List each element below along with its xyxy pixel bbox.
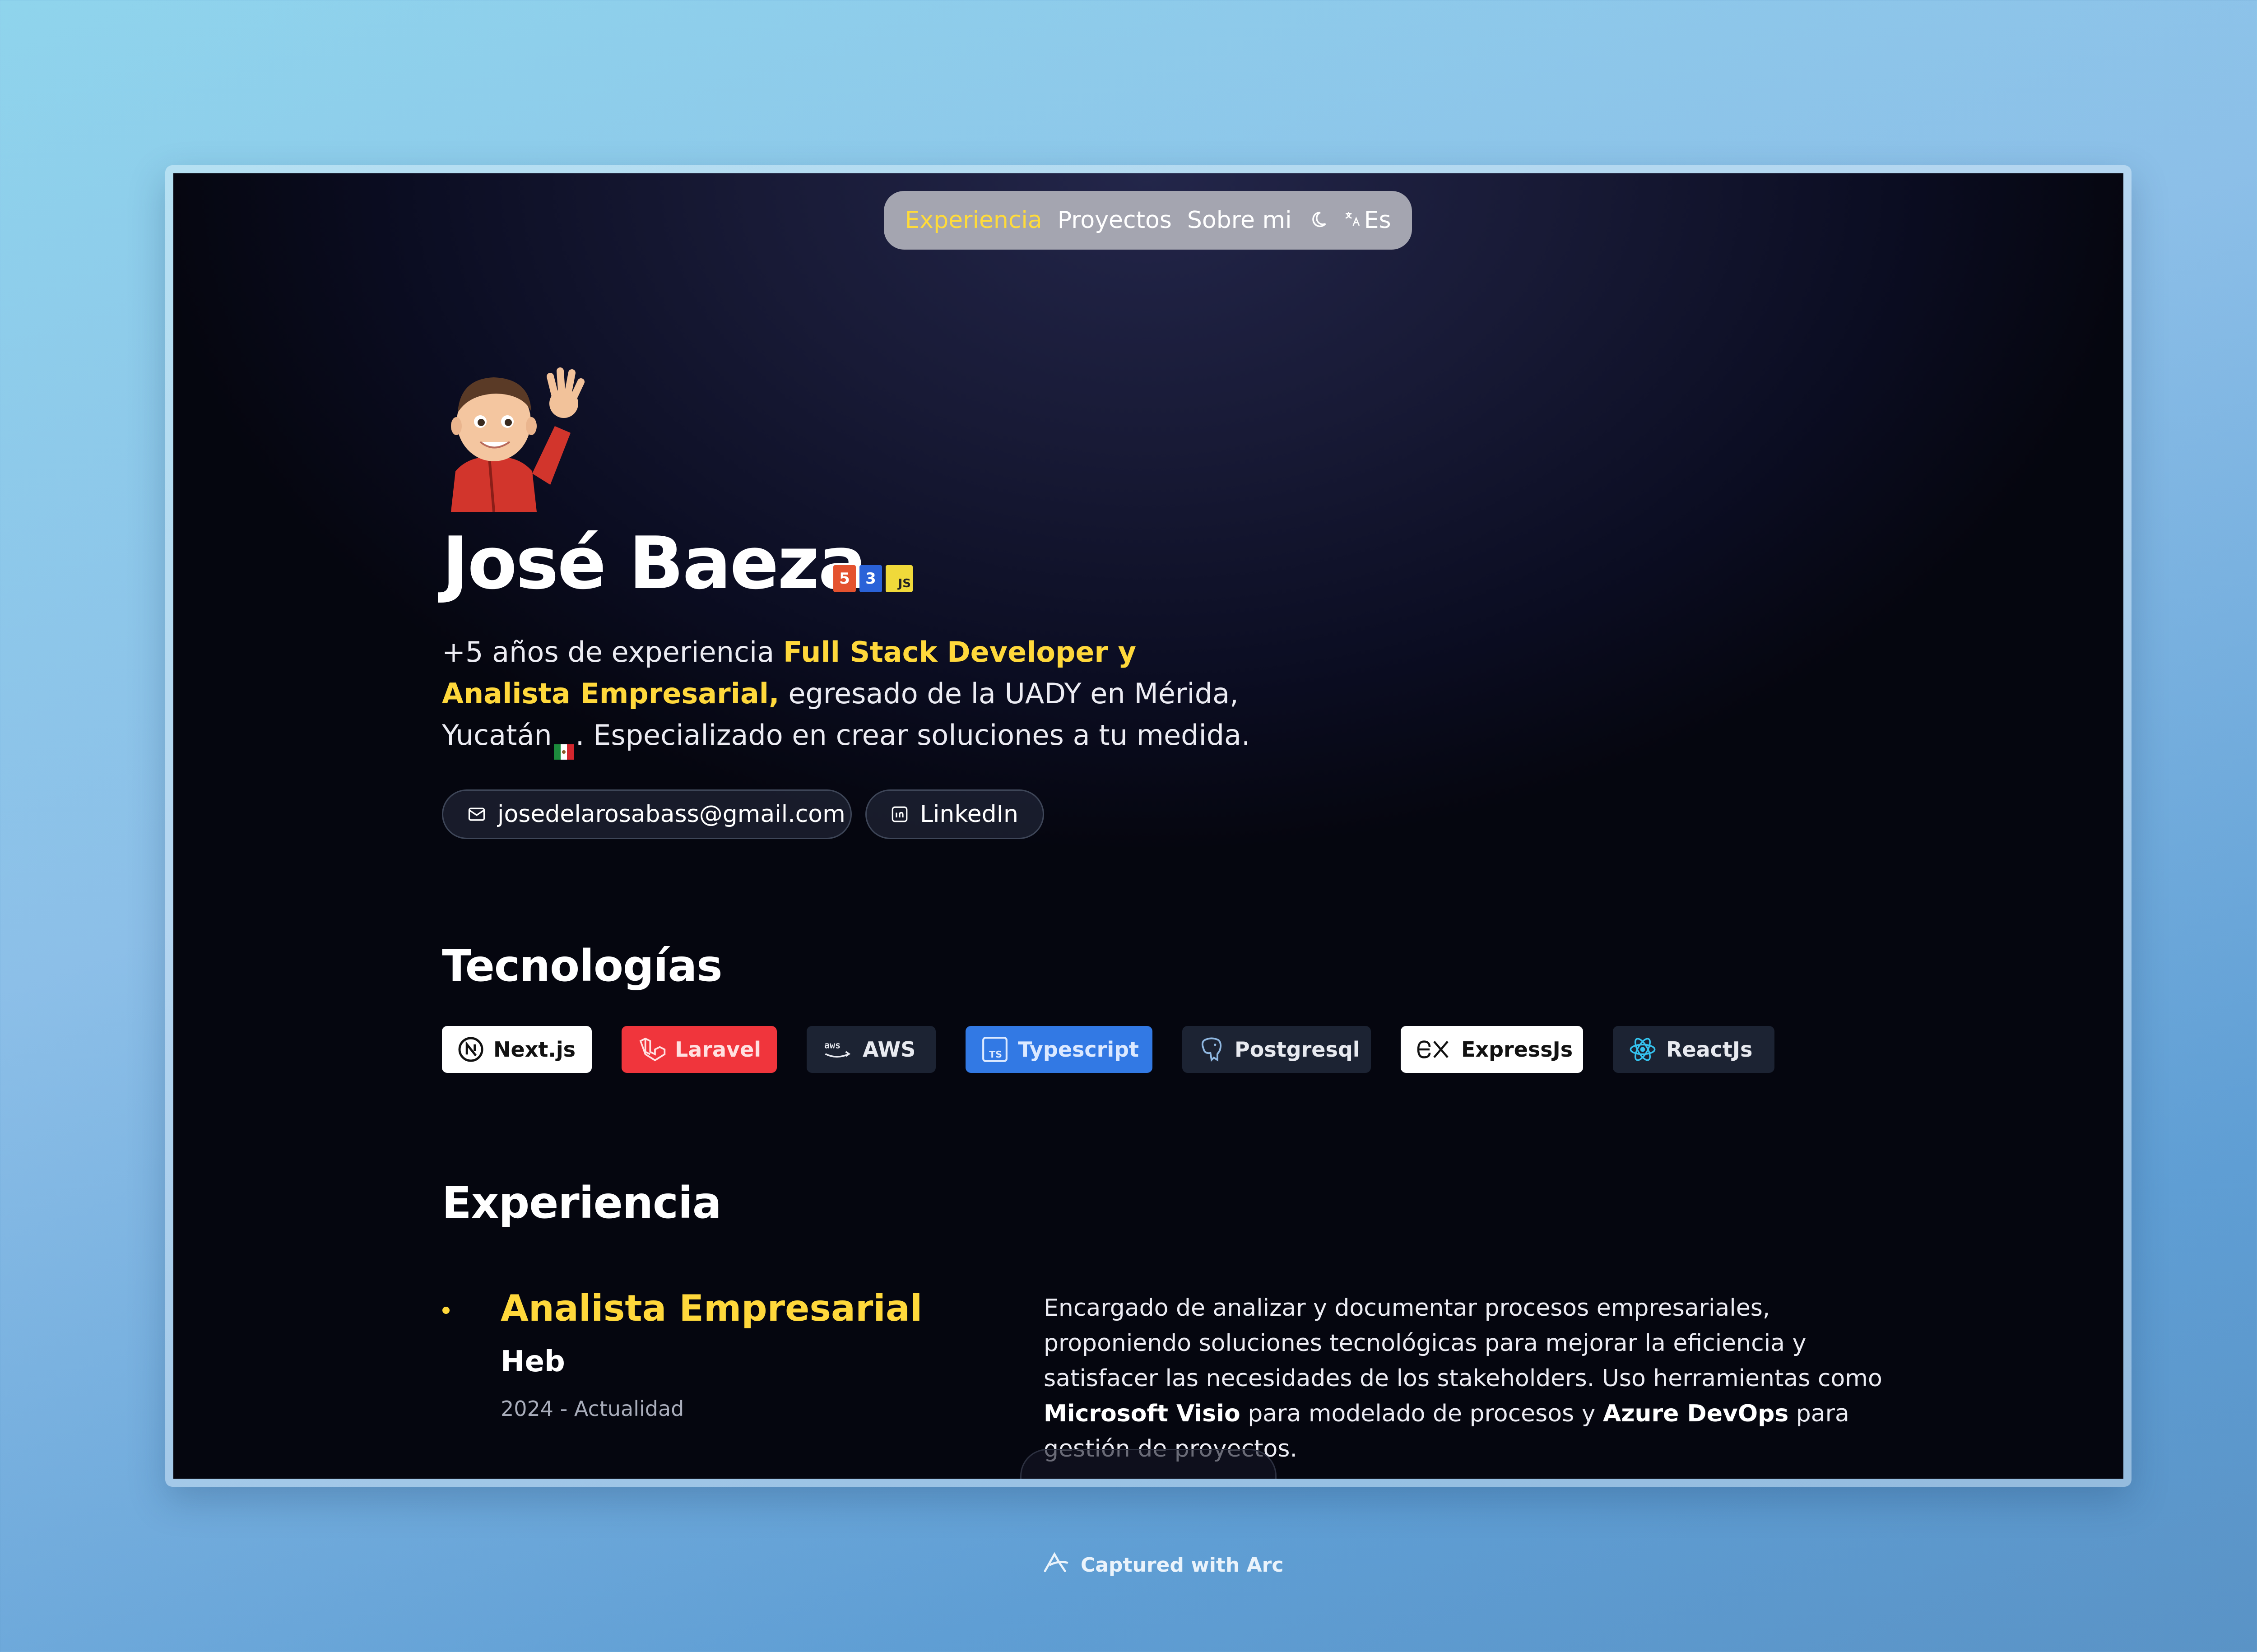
nextjs-icon <box>457 1036 484 1063</box>
desc-text-2: para modelado de procesos y <box>1240 1400 1603 1427</box>
capture-badge: Captured with Arc <box>1042 1550 1283 1580</box>
contact-links: josedelarosabass@gmail.com LinkedIn <box>442 789 1044 839</box>
tech-list: Next.js Laravel aws AWS TS Typescript Po… <box>442 1026 1774 1073</box>
tech-label: ExpressJs <box>1461 1037 1573 1062</box>
laravel-icon <box>637 1035 666 1064</box>
intro-text-3: . Especializado en crear soluciones a tu… <box>575 719 1250 752</box>
css3-icon: 3 <box>859 565 882 592</box>
html5-icon: 5 <box>833 565 856 592</box>
nav-sobre-mi[interactable]: Sobre mi <box>1187 207 1292 234</box>
tech-laravel: Laravel <box>622 1026 777 1073</box>
tech-label: Next.js <box>493 1037 576 1062</box>
tech-label: Typescript <box>1018 1037 1139 1062</box>
timeline-bullet <box>442 1307 450 1314</box>
desc-tool-azure: Azure DevOps <box>1603 1400 1789 1427</box>
desc-text: Encargado de analizar y documentar proce… <box>1044 1295 1882 1392</box>
language-label: Es <box>1364 207 1391 234</box>
desc-tool-visio: Microsoft Visio <box>1044 1400 1240 1427</box>
top-nav: Experiencia Proyectos Sobre mi Es <box>884 191 1412 250</box>
mail-icon <box>467 804 487 824</box>
experience-section-title: Experiencia <box>442 1178 722 1228</box>
linkedin-icon <box>890 805 909 824</box>
tech-label: ReactJs <box>1666 1037 1753 1062</box>
email-button[interactable]: josedelarosabass@gmail.com <box>442 789 852 839</box>
tech-section-title: Tecnologías <box>442 941 722 991</box>
tech-label: Laravel <box>675 1037 762 1062</box>
tech-expressjs: ExpressJs <box>1401 1026 1583 1073</box>
capture-text: Captured with Arc <box>1081 1554 1284 1577</box>
express-icon <box>1416 1038 1452 1061</box>
intro-text: +5 años de experiencia <box>442 636 783 668</box>
svg-text:aws: aws <box>824 1040 841 1051</box>
tech-postgresql: Postgresql <box>1182 1026 1371 1073</box>
moon-icon[interactable] <box>1307 210 1328 231</box>
svg-text:TS: TS <box>989 1049 1002 1060</box>
tech-label: Postgresql <box>1235 1037 1360 1062</box>
tech-reactjs: ReactJs <box>1613 1026 1774 1073</box>
tech-label: AWS <box>863 1037 916 1062</box>
nav-proyectos[interactable]: Proyectos <box>1058 207 1172 234</box>
arc-icon <box>1042 1550 1073 1580</box>
javascript-icon: JS <box>886 565 913 592</box>
translate-icon <box>1343 207 1361 234</box>
language-toggle[interactable]: Es <box>1343 207 1391 234</box>
nav-experiencia[interactable]: Experiencia <box>905 207 1042 234</box>
memoji-avatar <box>442 358 595 512</box>
hero-name: José Baeza <box>442 521 867 605</box>
tech-typescript: TS Typescript <box>966 1026 1152 1073</box>
linkedin-label: LinkedIn <box>920 801 1018 828</box>
tech-badges: 5 3 JS <box>833 565 913 592</box>
page-viewport: Experiencia Proyectos Sobre mi Es José B… <box>173 173 2123 1479</box>
typescript-icon: TS <box>981 1035 1009 1063</box>
job-title: Analista Empresarial <box>501 1287 923 1329</box>
job-description: Encargado de analizar y documentar proce… <box>1044 1290 1901 1466</box>
job-dates: 2024 - Actualidad <box>501 1397 684 1421</box>
tech-nextjs: Next.js <box>442 1026 592 1073</box>
mexico-flag-icon <box>553 729 574 760</box>
tech-aws: aws AWS <box>807 1026 936 1073</box>
floating-toolbar[interactable] <box>1020 1449 1277 1479</box>
job-company: Heb <box>501 1345 565 1378</box>
hero-intro: +5 años de experiencia Full Stack Develo… <box>442 631 1254 760</box>
aws-icon: aws <box>822 1036 854 1063</box>
email-label: josedelarosabass@gmail.com <box>497 801 845 828</box>
postgresql-icon <box>1198 1035 1226 1063</box>
linkedin-button[interactable]: LinkedIn <box>865 789 1044 839</box>
react-icon <box>1628 1035 1657 1064</box>
